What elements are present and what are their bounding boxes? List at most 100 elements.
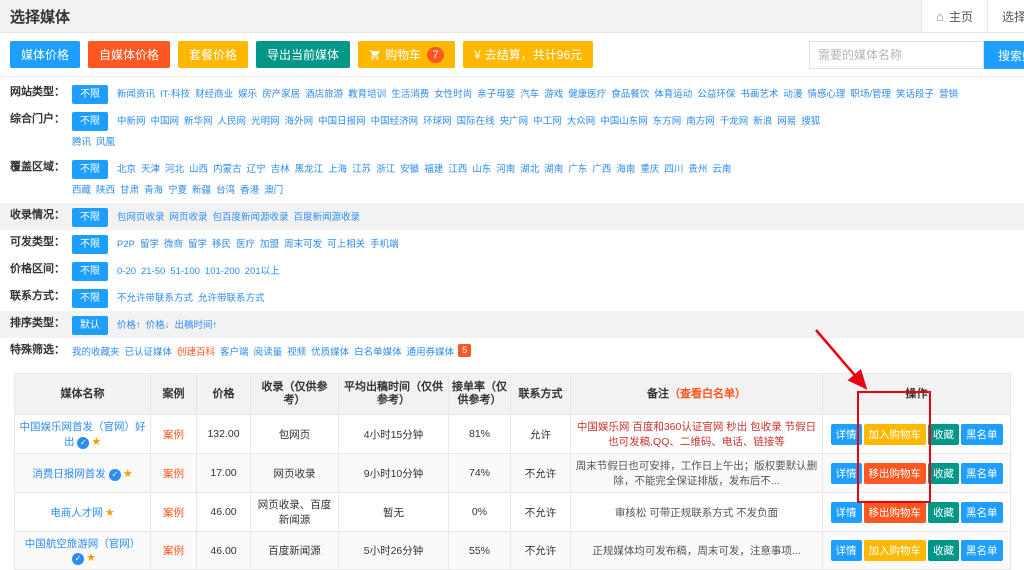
filter-option[interactable]: 搜狐 <box>801 112 820 131</box>
filter-option[interactable]: 重庆 <box>640 160 659 179</box>
media-name-link[interactable]: 消费日报网首发 <box>32 468 106 480</box>
filter-option[interactable]: 四川 <box>664 160 683 179</box>
filter-option[interactable]: 吉林 <box>271 160 290 179</box>
filter-option[interactable]: 书画艺术 <box>740 85 778 104</box>
filter-option[interactable]: 微商 <box>164 235 183 254</box>
filter-option[interactable]: 医疗 <box>236 235 255 254</box>
filter-option[interactable]: 江苏 <box>352 160 371 179</box>
filter-option[interactable]: 台湾 <box>216 181 235 200</box>
filter-option[interactable]: 客户端 <box>220 343 249 362</box>
filter-option[interactable]: 央广网 <box>500 112 529 131</box>
cart-toggle-button[interactable]: 移出购物车 <box>864 463 927 484</box>
filter-option[interactable]: 中国经济网 <box>371 112 419 131</box>
case-link[interactable]: 案例 <box>163 507 184 519</box>
filter-option[interactable]: 河北 <box>165 160 184 179</box>
self-media-price-button[interactable]: 自媒体价格 <box>88 41 170 68</box>
detail-button[interactable]: 详情 <box>831 424 862 445</box>
filter-option[interactable]: 已认证媒体 <box>125 343 173 362</box>
case-link[interactable]: 案例 <box>163 545 184 557</box>
filter-option[interactable]: 阅读量 <box>254 343 283 362</box>
filter-option[interactable]: 广东 <box>568 160 587 179</box>
filter-option[interactable]: 中国日报网 <box>318 112 366 131</box>
filter-option[interactable]: 宁夏 <box>168 181 187 200</box>
checkout-button[interactable]: ¥去结算，共计96元 <box>463 41 593 68</box>
filter-option[interactable]: IT-科技 <box>160 85 190 104</box>
filter-option[interactable]: 国际在线 <box>457 112 495 131</box>
filter-option[interactable]: 201以上 <box>245 262 280 281</box>
filter-option[interactable]: 网易 <box>777 112 796 131</box>
filter-option[interactable]: 中国山东网 <box>600 112 648 131</box>
filter-option[interactable]: 通用券媒体 <box>407 343 455 362</box>
filter-option[interactable]: 创建百科 <box>177 343 215 362</box>
filter-option[interactable]: 生活消费 <box>391 85 429 104</box>
filter-option[interactable]: 香港 <box>240 181 259 200</box>
filter-option[interactable]: 包百度新闻源收录 <box>213 208 289 227</box>
filter-selected-chip[interactable]: 不限 <box>72 262 108 281</box>
filter-option[interactable]: 百度新闻源收录 <box>294 208 361 227</box>
filter-option[interactable]: 职场/管理 <box>850 85 891 104</box>
filter-option[interactable]: 新华网 <box>184 112 213 131</box>
filter-option[interactable]: 体育运动 <box>654 85 692 104</box>
whitelist-link[interactable]: （查看白名单） <box>669 388 746 400</box>
filter-selected-chip[interactable]: 不限 <box>72 208 108 227</box>
filter-option[interactable]: 白名单媒体 <box>354 343 402 362</box>
filter-option[interactable]: 山东 <box>472 160 491 179</box>
filter-option[interactable]: 中工网 <box>533 112 562 131</box>
filter-option[interactable]: 甘肃 <box>120 181 139 200</box>
filter-option[interactable]: 云南 <box>712 160 731 179</box>
filter-option[interactable]: 教育培训 <box>348 85 386 104</box>
export-current-media-button[interactable]: 导出当前媒体 <box>256 41 350 68</box>
filter-selected-chip[interactable]: 不限 <box>72 289 108 308</box>
filter-option[interactable]: 健康医疗 <box>568 85 606 104</box>
filter-option[interactable]: 内蒙古 <box>213 160 242 179</box>
filter-option[interactable]: 留学 <box>140 235 159 254</box>
favorite-button[interactable]: 收藏 <box>928 502 959 523</box>
filter-option[interactable]: 汽车 <box>520 85 539 104</box>
filter-option[interactable]: 周末可发 <box>284 235 322 254</box>
filter-option[interactable]: 黑龙江 <box>295 160 324 179</box>
blacklist-button[interactable]: 黑名单 <box>961 424 1003 445</box>
filter-option[interactable]: 大众网 <box>567 112 596 131</box>
tab-home[interactable]: ⌂ 主页 <box>921 0 987 32</box>
filter-option[interactable]: 允许带联系方式 <box>198 289 265 308</box>
media-name-link[interactable]: 电商人才网 <box>50 507 103 519</box>
filter-option[interactable]: 可上相关 <box>327 235 365 254</box>
search-input[interactable] <box>809 41 984 69</box>
filter-option[interactable]: 笑话段子 <box>896 85 934 104</box>
media-name-link[interactable]: 中国航空旅游网（官网） <box>25 538 141 550</box>
filter-option[interactable]: 新闻资讯 <box>117 85 155 104</box>
filter-option[interactable]: 包网页收录 <box>117 208 165 227</box>
filter-option[interactable]: 动漫 <box>783 85 802 104</box>
filter-option[interactable]: 游戏 <box>544 85 563 104</box>
tab-current[interactable]: 选择媒体 <box>987 0 1024 32</box>
filter-option[interactable]: 新浪 <box>753 112 772 131</box>
media-price-button[interactable]: 媒体价格 <box>10 41 80 68</box>
blacklist-button[interactable]: 黑名单 <box>961 540 1003 561</box>
blacklist-button[interactable]: 黑名单 <box>961 502 1003 523</box>
filter-option[interactable]: 广西 <box>592 160 611 179</box>
detail-button[interactable]: 详情 <box>831 502 862 523</box>
filter-option[interactable]: 手机端 <box>370 235 399 254</box>
filter-option[interactable]: 101-200 <box>205 262 240 281</box>
filter-option[interactable]: 房产家居 <box>262 85 300 104</box>
filter-option[interactable]: 出稿时间↑ <box>175 316 218 335</box>
filter-option[interactable]: 移民 <box>212 235 231 254</box>
filter-option[interactable]: 陕西 <box>96 181 115 200</box>
filter-option[interactable]: 留学 <box>188 235 207 254</box>
favorite-button[interactable]: 收藏 <box>928 463 959 484</box>
filter-option[interactable]: 上海 <box>328 160 347 179</box>
filter-selected-chip[interactable]: 不限 <box>72 85 108 104</box>
filter-selected-chip[interactable]: 不限 <box>72 235 108 254</box>
package-price-button[interactable]: 套餐价格 <box>178 41 248 68</box>
cart-toggle-button[interactable]: 移出购物车 <box>864 502 927 523</box>
filter-option[interactable]: 女性时尚 <box>434 85 472 104</box>
filter-option[interactable]: 加盟 <box>260 235 279 254</box>
detail-button[interactable]: 详情 <box>831 540 862 561</box>
filter-option[interactable]: 北京 <box>117 160 136 179</box>
filter-option[interactable]: 福建 <box>424 160 443 179</box>
detail-button[interactable]: 详情 <box>831 463 862 484</box>
blacklist-button[interactable]: 黑名单 <box>961 463 1003 484</box>
case-link[interactable]: 案例 <box>163 429 184 441</box>
filter-option[interactable]: 环球网 <box>423 112 452 131</box>
filter-option[interactable]: 人民网 <box>218 112 247 131</box>
